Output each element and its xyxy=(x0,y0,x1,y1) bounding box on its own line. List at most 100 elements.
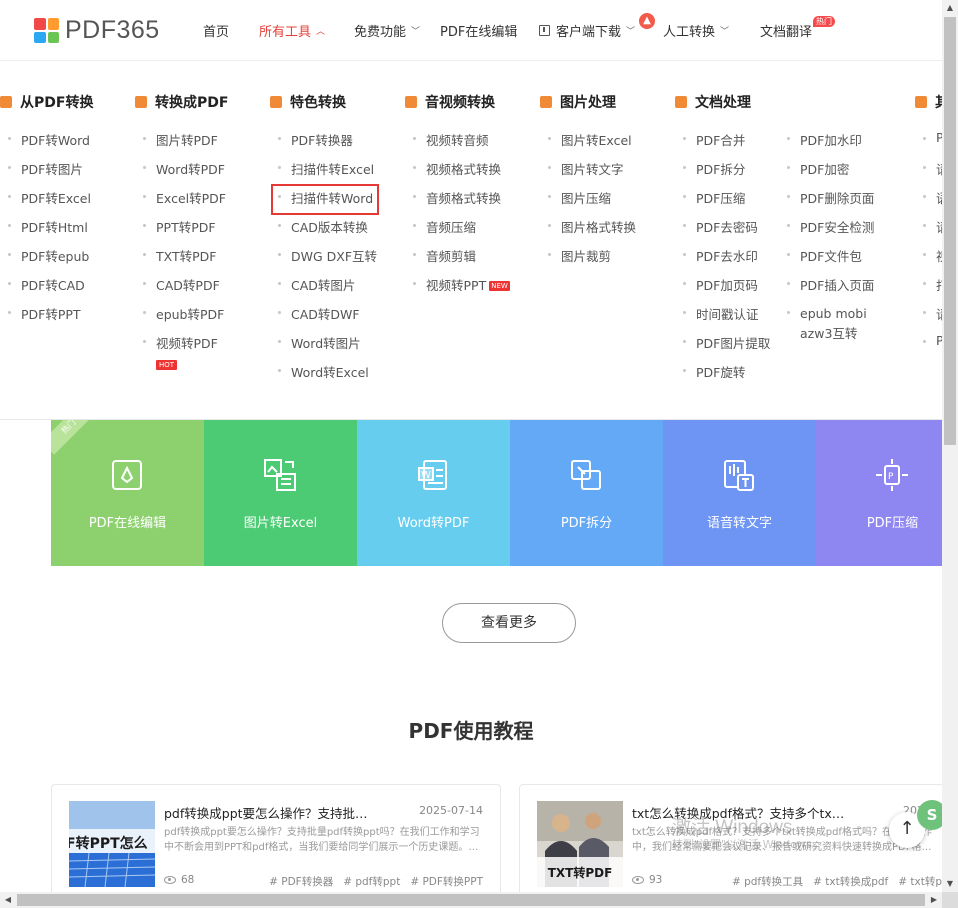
menu-item[interactable]: PPT转PDF xyxy=(143,217,216,236)
menu-item[interactable]: PDF旋转 xyxy=(682,362,745,381)
menu-column-title-text: 文档处理 xyxy=(695,95,751,111)
menu-item[interactable]: CAD转DWF xyxy=(278,304,360,323)
menu-item[interactable]: TXT转PDF xyxy=(142,246,216,265)
menu-item[interactable]: PDF转epub xyxy=(7,246,89,265)
menu-item[interactable]: 时间戳认证 xyxy=(683,304,759,323)
menu-item[interactable]: 音频剪辑 xyxy=(412,246,476,265)
article-date: 2025-07-14 xyxy=(419,804,483,817)
menu-item[interactable]: 视频转PPT NEW xyxy=(413,275,510,294)
scroll-up-arrow-icon[interactable]: ▲ xyxy=(942,0,958,16)
menu-item[interactable]: 视频转音频 xyxy=(413,130,489,149)
tag-link[interactable]: # txt转换成pdf xyxy=(813,876,888,888)
menu-item[interactable]: PDF图片提取 xyxy=(682,333,770,352)
nav-home[interactable]: 首页 xyxy=(203,0,229,60)
menu-item[interactable]: epub转PDF xyxy=(142,304,224,323)
tool-tile-label: PDF拆分 xyxy=(560,516,613,531)
menu-item[interactable]: PDF去密码 xyxy=(683,217,758,236)
menu-item[interactable]: PDF合并 xyxy=(682,130,745,149)
menu-item[interactable]: PDF转图片 xyxy=(8,159,83,178)
scroll-left-arrow-icon[interactable]: ◀ xyxy=(0,892,16,908)
menu-item[interactable]: PDF安全检测 xyxy=(786,217,874,236)
vertical-scroll-thumb[interactable] xyxy=(944,17,956,445)
menu-item[interactable]: 音频格式转换 xyxy=(412,188,501,207)
horizontal-scroll-thumb[interactable] xyxy=(17,894,925,906)
chevron-down-icon: ﹀ xyxy=(720,26,730,37)
menu-item[interactable]: PDF拆分 xyxy=(682,159,745,178)
menu-item[interactable]: PDF插入页面 xyxy=(786,275,874,294)
menu-item-label: PDF去密码 xyxy=(696,220,758,235)
menu-item-label: 扫描件转Excel xyxy=(291,162,375,177)
vertical-scrollbar[interactable]: ▲ ▼ xyxy=(942,0,958,892)
menu-item[interactable]: PDF压缩 xyxy=(682,188,745,207)
tag-link[interactable]: # PDF转换PPT xyxy=(410,876,483,888)
menu-item[interactable]: Excel转PDF xyxy=(143,188,226,207)
nav-all-tools[interactable]: 所有工具 ︿ xyxy=(259,0,325,60)
menu-item[interactable]: Word转Excel xyxy=(278,362,369,381)
tag-link[interactable]: # pdf转ppt xyxy=(343,876,400,888)
menu-item[interactable]: PDF加水印 xyxy=(787,130,862,149)
tag-link[interactable]: # txt转p xyxy=(898,876,942,888)
article-thumbnail: F转PPT怎么 xyxy=(69,801,155,887)
menu-item[interactable]: CAD版本转换 xyxy=(278,217,368,236)
menu-item[interactable]: 图片转文字 xyxy=(548,159,624,178)
tool-tile[interactable]: 语音转文字 xyxy=(663,420,816,566)
menu-item[interactable]: 音频压缩 xyxy=(412,217,476,236)
menu-item[interactable]: CAD转PDF xyxy=(143,275,220,294)
menu-item[interactable]: Word转图片 xyxy=(278,333,361,352)
menu-item[interactable]: PDF转Excel xyxy=(8,188,91,207)
menu-item[interactable]: DWG DXF互转 xyxy=(277,246,378,265)
category-icon xyxy=(915,96,927,108)
menu-item[interactable]: PDF转CAD xyxy=(8,275,85,294)
menu-item[interactable]: 图片格式转换 xyxy=(547,217,636,236)
tool-tile[interactable]: PDF在线编辑 热门 xyxy=(51,420,204,566)
tag-link[interactable]: # pdf转换工具 xyxy=(732,876,803,888)
menu-item-label: 视频转音频 xyxy=(426,133,489,148)
menu-item[interactable]: PDF加页码 xyxy=(683,275,758,294)
nav-manual-convert[interactable]: 人工转换 ﹀ xyxy=(663,0,729,60)
view-more-button[interactable]: 查看更多 xyxy=(442,603,576,643)
menu-item[interactable]: PDF文件包 xyxy=(787,246,862,265)
menu-item[interactable]: epub mobi azw3互转 xyxy=(787,304,880,344)
article-card[interactable]: F转PPT怎么 pdf转换成ppt要怎么操作？支持批量p… 2025-07-14… xyxy=(51,784,501,904)
menu-column-title: 其 xyxy=(915,92,942,112)
menu-item[interactable]: PDF去水印 xyxy=(683,246,758,265)
menu-item[interactable]: 图片转PDF xyxy=(143,130,218,149)
menu-item[interactable]: PDF转Html xyxy=(8,217,88,236)
tool-tile-label: Word转PDF xyxy=(397,516,470,531)
horizontal-scrollbar[interactable]: ◀ ▶ xyxy=(0,892,942,908)
menu-column-title-text: 图片处理 xyxy=(560,95,616,111)
menu-item-label: PDF删除页面 xyxy=(800,191,875,206)
menu-item[interactable]: 图片转Excel xyxy=(548,130,632,149)
nav-manual-convert-label: 人工转换 xyxy=(663,24,716,40)
menu-item[interactable]: 视频转PDF HOT xyxy=(143,333,218,370)
menu-item[interactable]: 扫描件转Excel xyxy=(277,159,375,178)
menu-item[interactable]: 视频格式转换 xyxy=(412,159,501,178)
tool-tile[interactable]: P PDF压缩 xyxy=(816,420,942,566)
menu-item[interactable]: PDF转PPT xyxy=(8,304,81,323)
site-header: PDF365 首页 所有工具 ︿ 免费功能 ﹀ PDF在线编辑 客户端下载 ﹀ ▲ 人… xyxy=(0,0,942,61)
tool-tile[interactable]: PDF拆分 xyxy=(510,420,663,566)
nav-client-download[interactable]: 客户端下载 ﹀ xyxy=(539,0,635,60)
menu-item-label: PDF转Excel xyxy=(21,191,91,206)
menu-item-label: DWG DXF互转 xyxy=(291,249,378,264)
tag-link[interactable]: # PDF转换器 xyxy=(269,876,333,888)
edit-icon xyxy=(110,458,144,492)
tool-tile[interactable]: 图片转Excel xyxy=(204,420,357,566)
nav-doc-translate[interactable]: 文档翻译 xyxy=(760,0,812,60)
menu-item[interactable]: PDF转Word xyxy=(8,130,90,149)
logo[interactable]: PDF365 xyxy=(34,16,160,45)
nav-online-edit[interactable]: PDF在线编辑 xyxy=(440,0,517,60)
menu-item[interactable]: PDF转换器 xyxy=(278,130,353,149)
menu-item[interactable]: PDF删除页面 xyxy=(786,188,875,207)
menu-item[interactable]: CAD转图片 xyxy=(277,275,355,294)
menu-item-label: PDF加水印 xyxy=(800,133,862,148)
scroll-down-arrow-icon[interactable]: ▼ xyxy=(942,876,958,892)
menu-item[interactable]: Word转PDF xyxy=(143,159,225,178)
menu-item[interactable]: 图片压缩 xyxy=(547,188,611,207)
scroll-right-arrow-icon[interactable]: ▶ xyxy=(926,892,942,908)
nav-free[interactable]: 免费功能 ﹀ xyxy=(354,0,420,60)
menu-item[interactable]: 图片裁剪 xyxy=(547,246,611,265)
menu-item[interactable]: PDF加密 xyxy=(786,159,849,178)
tool-tile[interactable]: W Word转PDF xyxy=(357,420,510,566)
article-title[interactable]: pdf转换成ppt要怎么操作？支持批量p… xyxy=(164,803,379,822)
